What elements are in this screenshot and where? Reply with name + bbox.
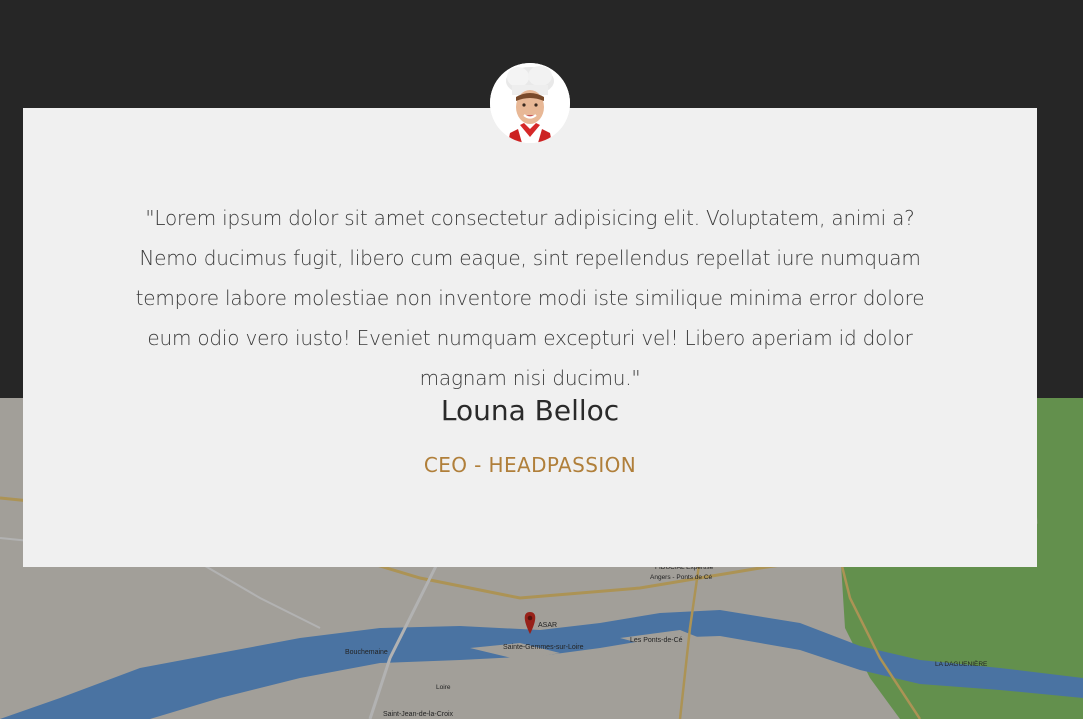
chef-avatar-icon bbox=[490, 63, 570, 143]
map-label-saint-jean: Saint-Jean-de-la-Croix bbox=[383, 711, 454, 718]
map-label-bouchemaine: Bouchemaine bbox=[345, 649, 388, 656]
map-label-ponts-de-ce: Les Ponts-de-Cé bbox=[630, 637, 683, 644]
map-marker-label: ASAR bbox=[538, 622, 557, 629]
testimonial-author-role: CEO - HEADPASSION bbox=[423, 453, 637, 477]
testimonial-author-name: Louna Belloc bbox=[440, 394, 620, 427]
map-label-daguenière: LA DAGUENIÈRE bbox=[935, 659, 988, 668]
testimonial-quote: "Lorem ipsum dolor sit amet consectetur … bbox=[135, 206, 925, 390]
map-label-loire: Loire bbox=[436, 684, 451, 691]
map-label-sainte-gemmes: Sainte-Gemmes-sur-Loire bbox=[503, 644, 584, 651]
testimonial-card: "Lorem ipsum dolor sit amet consectetur … bbox=[23, 108, 1037, 567]
map-label-angers: Angers - Ponts de Cé bbox=[650, 574, 713, 581]
